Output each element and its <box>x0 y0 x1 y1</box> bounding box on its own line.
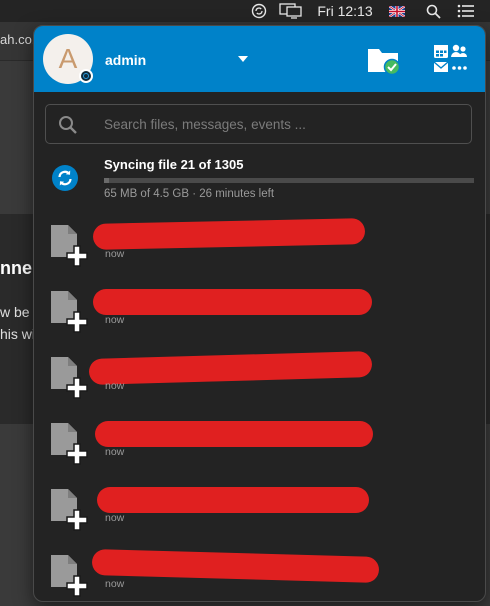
activity-time: now <box>105 446 125 458</box>
apps-menu-button[interactable] <box>432 42 468 76</box>
redacted-activity-title <box>93 289 372 315</box>
menu-bar: Fri 12:13 <box>0 0 490 22</box>
activity-time: now <box>105 380 125 392</box>
sync-progress-bar <box>104 178 474 183</box>
file-added-icon <box>66 245 88 267</box>
account-username[interactable]: admin <box>105 52 146 68</box>
activity-time: now <box>105 248 125 260</box>
caret-down-icon <box>238 56 248 62</box>
background-text-line: w be <box>0 304 30 320</box>
sync-status: Syncing file 21 of 1305 65 MB of 4.5 GB … <box>34 152 485 208</box>
redacted-activity-title <box>97 487 369 513</box>
syncing-icon <box>52 165 78 191</box>
redacted-activity-title <box>88 351 373 385</box>
activity-item[interactable]: now <box>34 487 485 548</box>
activity-time: now <box>105 512 125 524</box>
uk-flag-icon[interactable] <box>388 0 406 22</box>
spotlight-search-icon[interactable] <box>424 0 442 22</box>
activity-item[interactable]: now <box>34 421 485 482</box>
file-added-icon <box>66 509 88 531</box>
sync-status-title: Syncing file 21 of 1305 <box>104 157 244 172</box>
file-added-icon <box>66 443 88 465</box>
file-added-icon <box>66 575 88 597</box>
file-added-icon <box>66 377 88 399</box>
search-input[interactable] <box>104 114 454 134</box>
nextcloud-tray-popup: A admin Search files, messages, events .… <box>33 25 486 602</box>
control-center-icon[interactable] <box>456 0 476 22</box>
sync-status-icon[interactable] <box>250 0 268 22</box>
search-icon <box>59 116 77 134</box>
activity-time: now <box>105 314 125 326</box>
activity-item[interactable]: now <box>34 351 485 416</box>
activity-item[interactable]: now <box>34 218 485 284</box>
activity-item[interactable]: now <box>34 289 485 350</box>
redacted-activity-title <box>92 218 366 250</box>
folder-synced-icon <box>368 49 401 76</box>
apps-icon <box>433 44 467 72</box>
background-url-text: ah.co. <box>0 32 36 47</box>
display-mirroring-icon[interactable] <box>278 0 304 22</box>
avatar-letter: A <box>58 43 78 74</box>
sync-status-detail: 65 MB of 4.5 GB · 26 minutes left <box>104 188 275 200</box>
redacted-activity-title <box>91 548 380 584</box>
open-local-folder-button[interactable] <box>366 42 401 76</box>
activity-time: now <box>105 578 125 590</box>
file-added-icon <box>66 311 88 333</box>
account-menu-button[interactable] <box>234 52 252 66</box>
unified-search-box[interactable] <box>45 104 472 144</box>
user-status-icon[interactable] <box>79 69 93 83</box>
menubar-clock[interactable]: Fri 12:13 <box>314 0 376 22</box>
redacted-activity-title <box>95 421 373 447</box>
account-header: A admin <box>34 26 485 92</box>
background-text-line: his wi <box>0 326 36 342</box>
activity-item[interactable]: now <box>34 548 485 601</box>
sync-progress-fill <box>104 178 110 183</box>
background-heading: nne <box>0 258 33 278</box>
